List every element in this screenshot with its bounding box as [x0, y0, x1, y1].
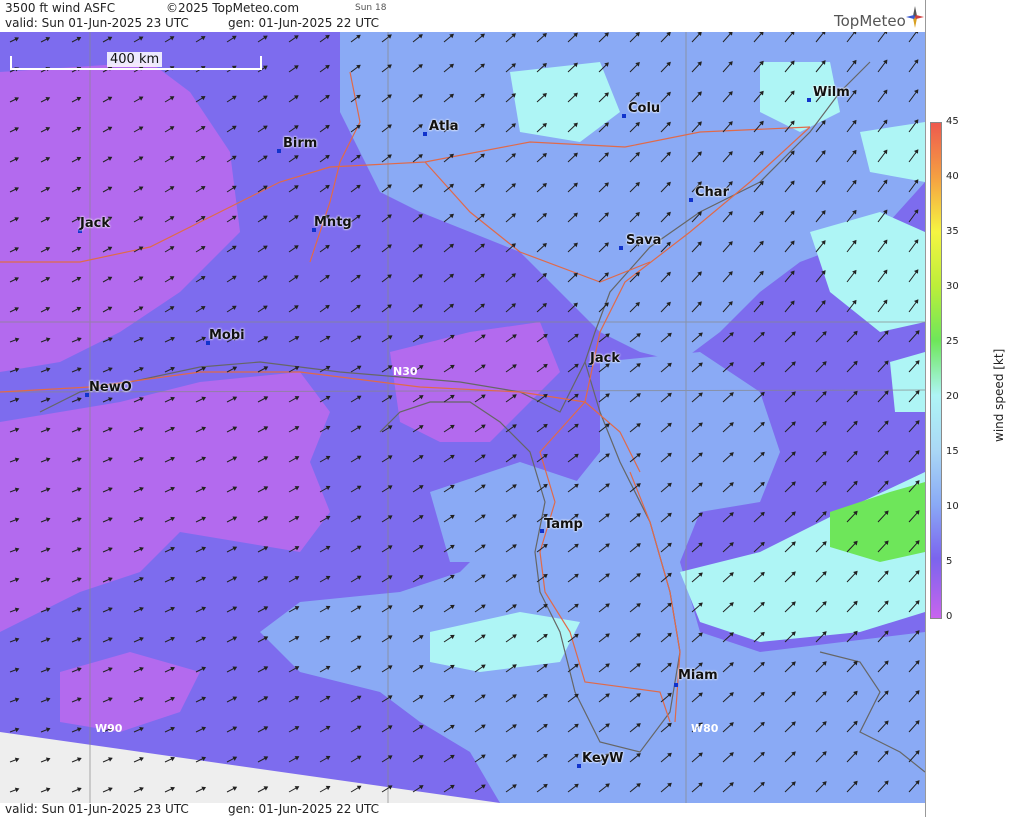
- city-label: Atla: [429, 119, 459, 134]
- legend-axis-label: wind speed [kt]: [992, 348, 1006, 442]
- city-label: Jack: [80, 216, 110, 231]
- footer-bar: valid: Sun 01-Jun-2025 23 UTC gen: 01-Ju…: [0, 802, 925, 817]
- city-marker: [619, 246, 623, 250]
- wind-map[interactable]: 400 km N30 W90 W80 Birm Atla Colu Wilm C…: [0, 32, 925, 803]
- city-label: Colu: [628, 101, 661, 116]
- legend-tick: 30: [946, 281, 959, 292]
- footer-gen: gen: 01-Jun-2025 22 UTC: [228, 802, 380, 816]
- city-label: Miam: [678, 668, 718, 683]
- city-marker: [423, 132, 427, 136]
- city-label: Jack: [590, 351, 620, 366]
- city-label: Tamp: [544, 517, 583, 532]
- legend-tick: 5: [946, 556, 953, 567]
- city-label: Birm: [283, 136, 318, 151]
- city-label: NewO: [89, 380, 132, 395]
- legend-tick: 25: [946, 336, 959, 347]
- grid-label-w90: W90: [95, 722, 123, 735]
- valid-time: valid: Sun 01-Jun-2025 23 UTC: [5, 16, 189, 30]
- legend-tick: 0: [946, 611, 953, 622]
- city-marker: [807, 98, 811, 102]
- copyright: ©2025 TopMeteo.com: [166, 1, 300, 15]
- city-marker: [674, 683, 678, 687]
- city-label: Sava: [626, 233, 662, 248]
- map-canvas: [0, 32, 925, 803]
- city-label: Wilm: [813, 85, 850, 100]
- product-title: 3500 ft wind ASFC: [5, 1, 116, 15]
- legend-tick: 35: [946, 226, 959, 237]
- city-marker: [277, 149, 281, 153]
- compass-star-icon: [906, 6, 924, 28]
- legend-tick: 45: [946, 116, 959, 127]
- city-label: KeyW: [582, 751, 624, 766]
- day-tag: Sun 18: [355, 3, 387, 13]
- city-marker: [577, 764, 581, 768]
- grid-label-n30: N30: [393, 365, 418, 378]
- topmeteo-logo: TopMeteo: [834, 12, 906, 30]
- scale-bar-label: 400 km: [107, 52, 163, 67]
- legend-tick: 40: [946, 171, 959, 182]
- colorbar: [930, 122, 942, 619]
- legend-tick: 15: [946, 446, 959, 457]
- city-marker: [622, 114, 626, 118]
- legend-tick: 20: [946, 391, 959, 402]
- city-label: Mntg: [314, 215, 352, 230]
- gen-time: gen: 01-Jun-2025 22 UTC: [228, 16, 380, 30]
- city-label: Mobi: [209, 328, 245, 343]
- grid-label-w80: W80: [691, 722, 719, 735]
- legend-tick: 10: [946, 501, 959, 512]
- header-bar: 3500 ft wind ASFC ©2025 TopMeteo.com Sun…: [0, 0, 925, 32]
- city-label: Char: [695, 185, 729, 200]
- city-marker: [689, 198, 693, 202]
- footer-valid: valid: Sun 01-Jun-2025 23 UTC: [5, 802, 189, 816]
